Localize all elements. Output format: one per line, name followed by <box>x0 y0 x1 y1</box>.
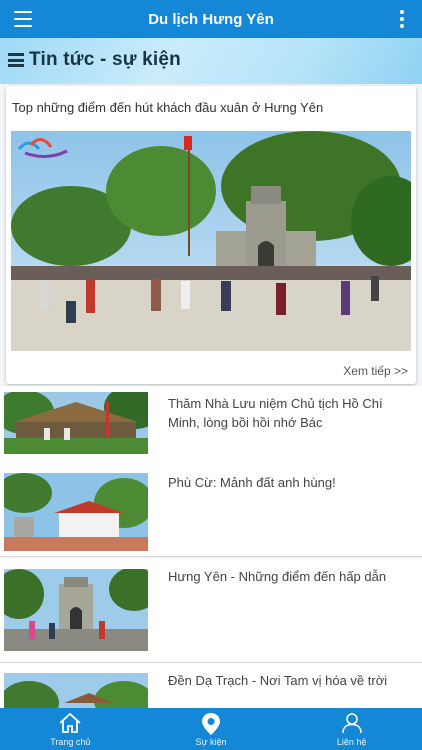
news-thumbnail[interactable] <box>4 392 148 454</box>
news-thumbnail[interactable] <box>4 473 148 551</box>
section-title: Tin tức - sự kiện <box>29 49 181 70</box>
bottom-navigation: Trang chủ Sự kiện Liên hệ <box>0 708 422 750</box>
news-title[interactable]: Phù Cừ: Mảnh đất anh hùng! <box>168 473 413 492</box>
app-bar: Du lịch Hưng Yên <box>0 0 422 38</box>
section-header: Tin tức - sự kiện <box>0 38 422 84</box>
list-item[interactable]: Phù Cừ: Mảnh đất anh hùng! <box>0 465 422 557</box>
list-icon <box>8 53 24 67</box>
news-title[interactable]: Thăm Nhà Lưu niệm Chủ tịch Hồ Chí Minh, … <box>168 394 413 432</box>
nav-item-home[interactable]: Trang chủ <box>0 708 141 750</box>
read-more-link[interactable]: Xem tiếp >> <box>343 364 408 378</box>
list-item[interactable]: Hưng Yên - Những điểm đến hấp dẫn <box>0 559 422 663</box>
person-icon <box>341 712 363 734</box>
nav-item-events[interactable]: Sự kiện <box>141 708 282 750</box>
nav-label-contact: Liên hệ <box>336 737 367 747</box>
news-title[interactable]: Hưng Yên - Những điểm đến hấp dẫn <box>168 567 413 586</box>
nav-label-events: Sự kiện <box>195 737 227 747</box>
featured-image[interactable] <box>11 131 411 351</box>
nav-item-contact[interactable]: Liên hệ <box>281 708 422 750</box>
app-title: Du lịch Hưng Yên <box>148 11 274 28</box>
featured-news-card[interactable]: Top những điểm đến hút khách đầu xuân ở … <box>6 86 416 384</box>
nav-label-home: Trang chủ <box>50 737 91 747</box>
news-title[interactable]: Đền Dạ Trạch - Nơi Tam vị hóa về trời <box>168 671 413 690</box>
featured-title[interactable]: Top những điểm đến hút khách đầu xuân ở … <box>12 100 323 115</box>
map-pin-icon <box>201 712 221 736</box>
more-options-icon[interactable] <box>400 10 404 28</box>
news-thumbnail[interactable] <box>4 569 148 651</box>
home-icon <box>57 712 83 734</box>
